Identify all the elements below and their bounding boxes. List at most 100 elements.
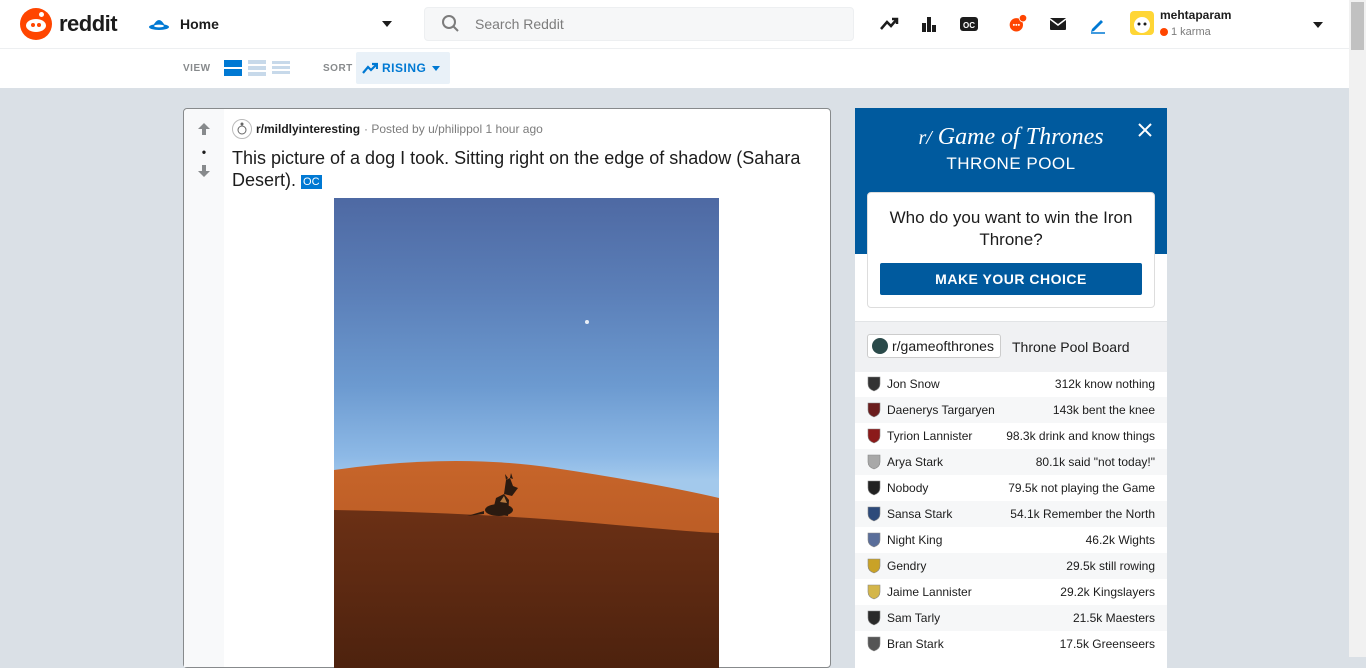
- house-sigil-icon: [867, 428, 881, 444]
- house-sigil-icon: [867, 636, 881, 652]
- house-sigil-icon: [867, 506, 881, 522]
- widget-logo-name: Game of Thrones: [937, 124, 1104, 150]
- widget-logo: r/ Game of Thrones: [918, 124, 1104, 150]
- chevron-down-icon: [1313, 22, 1323, 28]
- subreddit-icon[interactable]: [232, 119, 252, 139]
- classic-view-button[interactable]: [248, 60, 266, 76]
- all-stats-icon[interactable]: [919, 14, 939, 34]
- chat-icon[interactable]: [1008, 14, 1028, 34]
- rising-icon: [362, 62, 378, 74]
- candidate-stat: 29.5k still rowing: [1066, 559, 1155, 573]
- candidate-stat: 17.5k Greenseers: [1059, 637, 1155, 651]
- candidate-stat: 80.1k said "not today!": [1035, 455, 1155, 469]
- candidate-stat: 54.1k Remember the North: [1010, 507, 1155, 521]
- candidate-name: Gendry: [887, 559, 927, 573]
- reddit-wordmark: reddit: [59, 11, 118, 36]
- sort-value: RISING: [382, 61, 427, 75]
- search-input[interactable]: [473, 15, 847, 33]
- candidate-stat: 312k know nothing: [1054, 377, 1155, 391]
- view-label: VIEW: [183, 63, 211, 74]
- compact-view-icon: [272, 61, 290, 74]
- card-view-icon: [224, 60, 242, 76]
- widget-subtitle: THRONE POOL: [946, 154, 1076, 173]
- house-sigil-icon: [867, 532, 881, 548]
- board-row: Jaime Lannister 29.2k Kingslayers: [855, 579, 1167, 605]
- make-your-choice-button[interactable]: MAKE YOUR CHOICE: [880, 263, 1142, 295]
- chevron-down-icon: [432, 65, 441, 71]
- candidate-stat: 29.2k Kingslayers: [1060, 585, 1155, 599]
- desert-dog-photo: [334, 320, 719, 668]
- post-title[interactable]: This picture of a dog I took. Sitting ri…: [232, 147, 822, 191]
- candidate-name: Jaime Lannister: [887, 585, 972, 599]
- vote-count: •: [201, 145, 207, 159]
- karma-icon: [1160, 28, 1168, 36]
- compact-view-button[interactable]: [272, 60, 290, 76]
- upvote-arrow-icon[interactable]: [196, 121, 212, 137]
- mail-icon[interactable]: [1048, 14, 1068, 34]
- choice-card: Who do you want to win the Iron Throne? …: [867, 192, 1155, 308]
- candidate-name: Night King: [887, 533, 943, 547]
- house-sigil-icon: [867, 454, 881, 470]
- house-sigil-icon: [867, 584, 881, 600]
- candidate-name: Sansa Stark: [887, 507, 953, 521]
- throne-pool-widget: r/ Game of Thrones THRONE POOL Who do yo…: [855, 108, 1167, 668]
- candidate-name: Daenerys Targaryen: [887, 403, 995, 417]
- house-sigil-icon: [867, 402, 881, 418]
- board-row: Sam Tarly 21.5k Maesters: [855, 605, 1167, 631]
- user-menu[interactable]: mehtaparam 1 karma: [1130, 6, 1330, 42]
- choice-question: Who do you want to win the Iron Throne?: [889, 208, 1133, 249]
- karma-text: 1 karma: [1171, 26, 1211, 38]
- svg-text:OC: OC: [963, 21, 975, 30]
- subreddit-chip[interactable]: r/gameofthrones: [867, 334, 1001, 358]
- candidate-name: Arya Stark: [887, 455, 944, 469]
- post-image[interactable]: [334, 198, 719, 668]
- post-card[interactable]: • r/mildlyinteresting · Posted by u/phil…: [183, 108, 831, 668]
- scrollbar-thumb[interactable]: [1351, 2, 1364, 50]
- username: mehtaparam: [1160, 8, 1232, 22]
- view-sort-bar: VIEW SORT RISING: [0, 49, 1349, 88]
- sort-label: SORT: [323, 63, 353, 74]
- close-icon[interactable]: [1137, 122, 1153, 138]
- subreddit-link[interactable]: r/mildlyinteresting: [256, 122, 360, 136]
- downvote-arrow-icon[interactable]: [196, 163, 212, 179]
- candidate-name: Jon Snow: [887, 377, 940, 391]
- home-label: Home: [180, 16, 219, 32]
- board-row: Bran Stark 17.5k Greenseers: [855, 631, 1167, 657]
- candidate-name: Sam Tarly: [887, 611, 941, 625]
- sort-dropdown[interactable]: RISING: [356, 52, 450, 84]
- reddit-snoo-icon: [20, 8, 52, 40]
- oc-icon[interactable]: OC: [959, 14, 979, 34]
- gameofthrones-community-icon: [872, 338, 888, 354]
- karma-count: 1 karma: [1160, 26, 1211, 38]
- house-sigil-icon: [867, 558, 881, 574]
- card-view-button[interactable]: [224, 60, 242, 76]
- board-row: Night King 46.2k Wights: [855, 527, 1167, 553]
- search-icon: [442, 15, 459, 32]
- candidate-stat: 21.5k Maesters: [1072, 611, 1155, 625]
- board-list: Jon Snow 312k know nothing Daenerys Targar…: [855, 371, 1167, 657]
- oc-flair[interactable]: OC: [301, 175, 322, 189]
- board-header: r/gameofthrones Throne Pool Board: [855, 321, 1167, 372]
- post-meta: r/mildlyinteresting · Posted by u/philip…: [232, 119, 543, 139]
- subreddit-chip-label: r/gameofthrones: [892, 338, 994, 354]
- top-navbar: reddit Home OC mehtapar: [0, 0, 1349, 49]
- classic-view-icon: [248, 60, 266, 76]
- search-bar[interactable]: [424, 7, 854, 41]
- home-dropdown[interactable]: Home: [148, 10, 398, 38]
- board-row: Sansa Stark 54.1k Remember the North: [855, 501, 1167, 527]
- board-row: Gendry 29.5k still rowing: [855, 553, 1167, 579]
- page-scrollbar[interactable]: [1349, 0, 1366, 657]
- board-row: Nobody 79.5k not playing the Game: [855, 475, 1167, 501]
- popular-trend-icon[interactable]: [879, 14, 899, 34]
- house-sigil-icon: [867, 376, 881, 392]
- home-icon: [149, 20, 169, 30]
- board-title: Throne Pool Board: [1012, 339, 1130, 355]
- board-row: Arya Stark 80.1k said "not today!": [855, 449, 1167, 475]
- candidate-stat: 46.2k Wights: [1085, 533, 1155, 547]
- vote-column: •: [184, 109, 224, 667]
- chevron-down-icon: [382, 21, 392, 27]
- reddit-logo[interactable]: reddit: [20, 8, 118, 40]
- posted-by: · Posted by u/philippol 1 hour ago: [364, 122, 543, 136]
- create-post-pencil-icon[interactable]: [1088, 14, 1108, 34]
- candidate-stat: 98.3k drink and know things: [1006, 429, 1155, 443]
